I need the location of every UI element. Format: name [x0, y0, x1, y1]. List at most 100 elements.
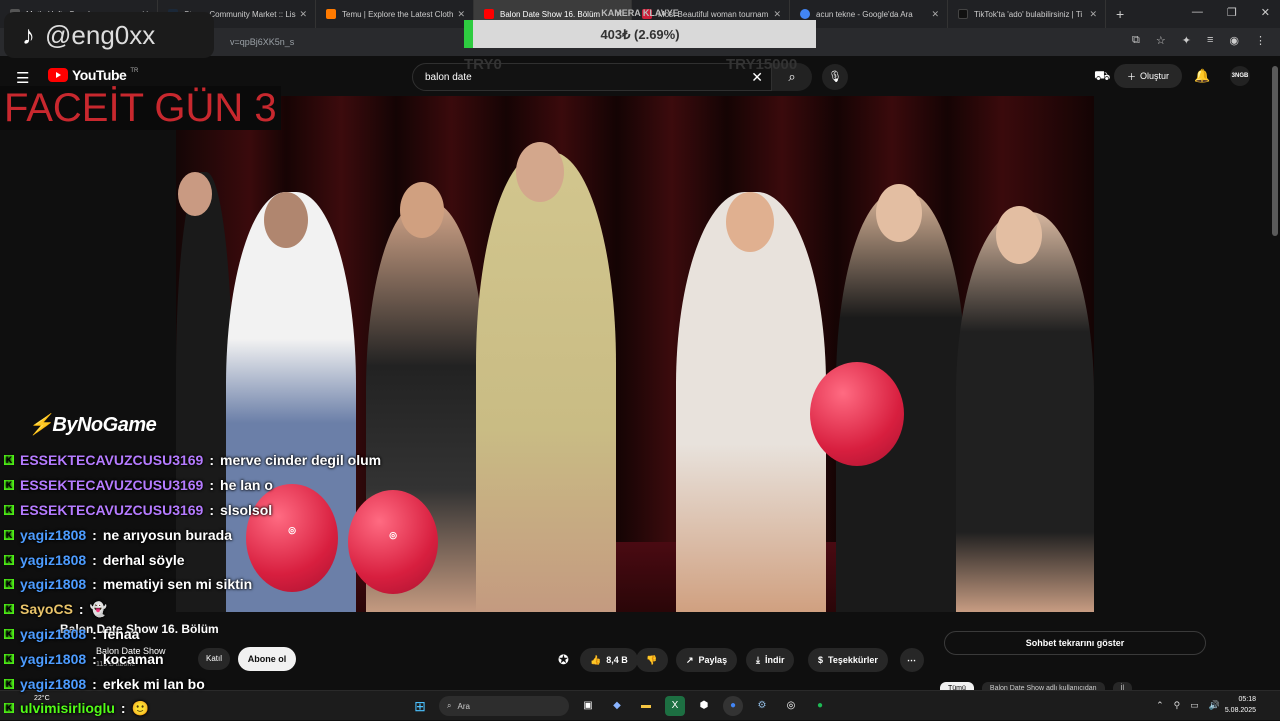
hype-icon[interactable]: ✪ — [558, 652, 569, 668]
chat-message: Kyagiz1808: fenaa — [0, 622, 460, 647]
taskbar-clock[interactable]: 05:18 5.08.2025 — [1225, 694, 1256, 716]
epic-games-icon[interactable]: ⬢ — [694, 696, 714, 716]
more-menu-icon[interactable]: ⋮ — [1255, 34, 1266, 47]
tab-label: TikTok'ta 'ado' bulabilirsiniz | Ti — [974, 9, 1083, 19]
location-icon[interactable]: ⚲ — [1174, 700, 1181, 711]
browser-tab[interactable]: TikTok'ta 'ado' bulabilirsiniz | Ti ✕ — [948, 0, 1106, 28]
spotify-icon[interactable]: ● — [810, 696, 830, 716]
install-app-icon[interactable]: ⧉ — [1132, 34, 1140, 47]
chat-username: ESSEKTECAVUZCUSU3169 — [20, 452, 204, 469]
tab-label: Temu | Explore the Latest Cloth — [342, 9, 454, 19]
display-icon[interactable]: ▭ — [1190, 700, 1199, 711]
profile-icon[interactable]: ◉ — [1229, 34, 1239, 47]
thumbs-up-icon: 👍 — [590, 654, 602, 665]
avatar[interactable]: 3NGB — [1230, 66, 1250, 86]
clock-date: 5.08.2025 — [1224, 707, 1256, 714]
bynogame-logo: ⚡ByNoGame — [28, 412, 157, 437]
microphone-icon[interactable]: 🎙 — [822, 64, 848, 90]
chat-separator: : — [209, 452, 215, 469]
menu-icon[interactable]: ☰ — [16, 69, 29, 87]
window-controls: — ❐ ✕ — [1192, 6, 1270, 19]
dislike-button[interactable]: 👎 — [636, 648, 668, 672]
chat-username: SayoCS — [20, 601, 73, 618]
volume-icon[interactable]: 🔊 — [1209, 700, 1220, 711]
chat-message: Kyagiz1808: derhal söyle — [0, 547, 460, 572]
chat-emote: 👻 — [89, 600, 108, 617]
thanks-button[interactable]: $ Teşekkürler — [808, 648, 888, 672]
browser-tab[interactable]: Temu | Explore the Latest Cloth ✕ — [316, 0, 474, 28]
close-window-icon[interactable]: ✕ — [1261, 6, 1270, 19]
obs-icon[interactable]: ◎ — [781, 696, 801, 716]
more-actions-button[interactable]: ⋯ — [900, 648, 924, 672]
cast-icon[interactable]: ⛟ — [1094, 68, 1110, 86]
task-view-icon[interactable]: ▣ — [578, 696, 598, 716]
kick-badge-icon: K — [4, 480, 14, 491]
notifications-bell-icon[interactable]: 🔔 — [1194, 68, 1210, 84]
like-button[interactable]: 👍 8,4 B — [580, 648, 638, 672]
chrome-icon[interactable]: ● — [723, 696, 743, 716]
youtube-logo[interactable]: YouTube TR — [48, 67, 138, 83]
chat-separator: : — [92, 625, 97, 642]
copilot-icon[interactable]: ◆ — [607, 696, 627, 716]
bookmark-star-icon[interactable]: ☆ — [1156, 34, 1166, 47]
chat-message: Kyagiz1808: kocaman — [0, 646, 460, 671]
chat-message: Kyagiz1808: ne arıyosun burada — [0, 522, 460, 547]
chat-text: slsolsol — [220, 501, 273, 518]
contestant-figure — [676, 192, 826, 612]
tiktok-logo-icon: ♪ — [22, 19, 35, 50]
steam-icon[interactable]: ⚙ — [752, 696, 772, 716]
contestant-head — [726, 192, 774, 252]
chat-text: ne arıyosun burada — [102, 526, 232, 543]
create-button[interactable]: ＋ Oluştur — [1114, 64, 1182, 88]
more-icon: ⋯ — [907, 654, 916, 665]
page-scrollbar[interactable] — [1272, 66, 1278, 236]
thanks-icon: $ — [818, 655, 824, 665]
url-field[interactable]: v=qpBj6XK5n_s — [230, 37, 294, 47]
file-explorer-icon[interactable]: ▬ — [636, 696, 656, 716]
kick-badge-icon: K — [4, 604, 14, 615]
chat-username: ESSEKTECAVUZCUSU3169 — [20, 477, 204, 494]
chat-separator: : — [92, 551, 97, 568]
share-icon: ↗ — [686, 654, 694, 665]
balloon — [810, 362, 904, 466]
excel-icon[interactable]: X — [665, 696, 685, 716]
tray-overflow-icon[interactable]: ⌃ — [1156, 700, 1164, 711]
contestant-figure — [956, 212, 1094, 612]
contestant-head — [516, 142, 564, 202]
new-tab-button[interactable]: + — [1106, 6, 1134, 22]
kick-badge-icon: K — [4, 579, 14, 590]
chat-message: K SayoCS: 👻 — [0, 597, 460, 622]
download-button[interactable]: ⤓ İndir — [746, 648, 795, 672]
extensions-icon[interactable]: ✦ — [1182, 34, 1191, 47]
browser-toolbar: ⧉ ☆ ✦ ≡ ◉ ⋮ — [1132, 34, 1266, 47]
minimize-icon[interactable]: — — [1192, 6, 1203, 19]
share-label: Paylaş — [698, 655, 728, 665]
bynogame-nogame: NoGame — [76, 414, 157, 436]
tab-label: acun tekne - Google'da Ara — [816, 9, 913, 19]
chat-separator: : — [209, 477, 215, 494]
close-icon[interactable]: ✕ — [299, 9, 307, 20]
donation-amount: 403₺ (2.69%) — [600, 27, 680, 42]
tiktok-favicon-icon — [958, 9, 968, 19]
clock-time: 05:18 — [1238, 696, 1256, 703]
chat-username: yagiz1808 — [20, 551, 87, 568]
close-icon[interactable]: ✕ — [1089, 9, 1097, 20]
kick-badge-icon: K — [4, 678, 14, 689]
chat-text: derhal söyle — [102, 551, 185, 568]
chat-username: yagiz1808 — [20, 526, 87, 543]
contestant-head — [400, 182, 444, 238]
donation-max-label: TRY15000 — [726, 56, 798, 73]
chat-message: K ESSEKTECAVUZCUSU3169: he lan o — [0, 473, 460, 498]
chat-username: yagiz1808 — [20, 675, 87, 692]
kick-badge-icon: K — [4, 653, 14, 664]
donation-min-label: TRY0 — [464, 56, 502, 73]
contestant-head — [876, 184, 922, 242]
kick-badge-icon: K — [4, 628, 14, 639]
chat-replay-button[interactable]: Sohbet tekrarını göster — [944, 631, 1206, 655]
contestant-head — [264, 192, 308, 248]
media-icon[interactable]: ≡ — [1207, 34, 1213, 47]
maximize-icon[interactable]: ❐ — [1227, 6, 1237, 19]
share-button[interactable]: ↗ Paylaş — [676, 648, 738, 672]
chat-username: ulvimisirlioglu — [20, 700, 115, 717]
close-icon[interactable]: ✕ — [931, 9, 939, 20]
